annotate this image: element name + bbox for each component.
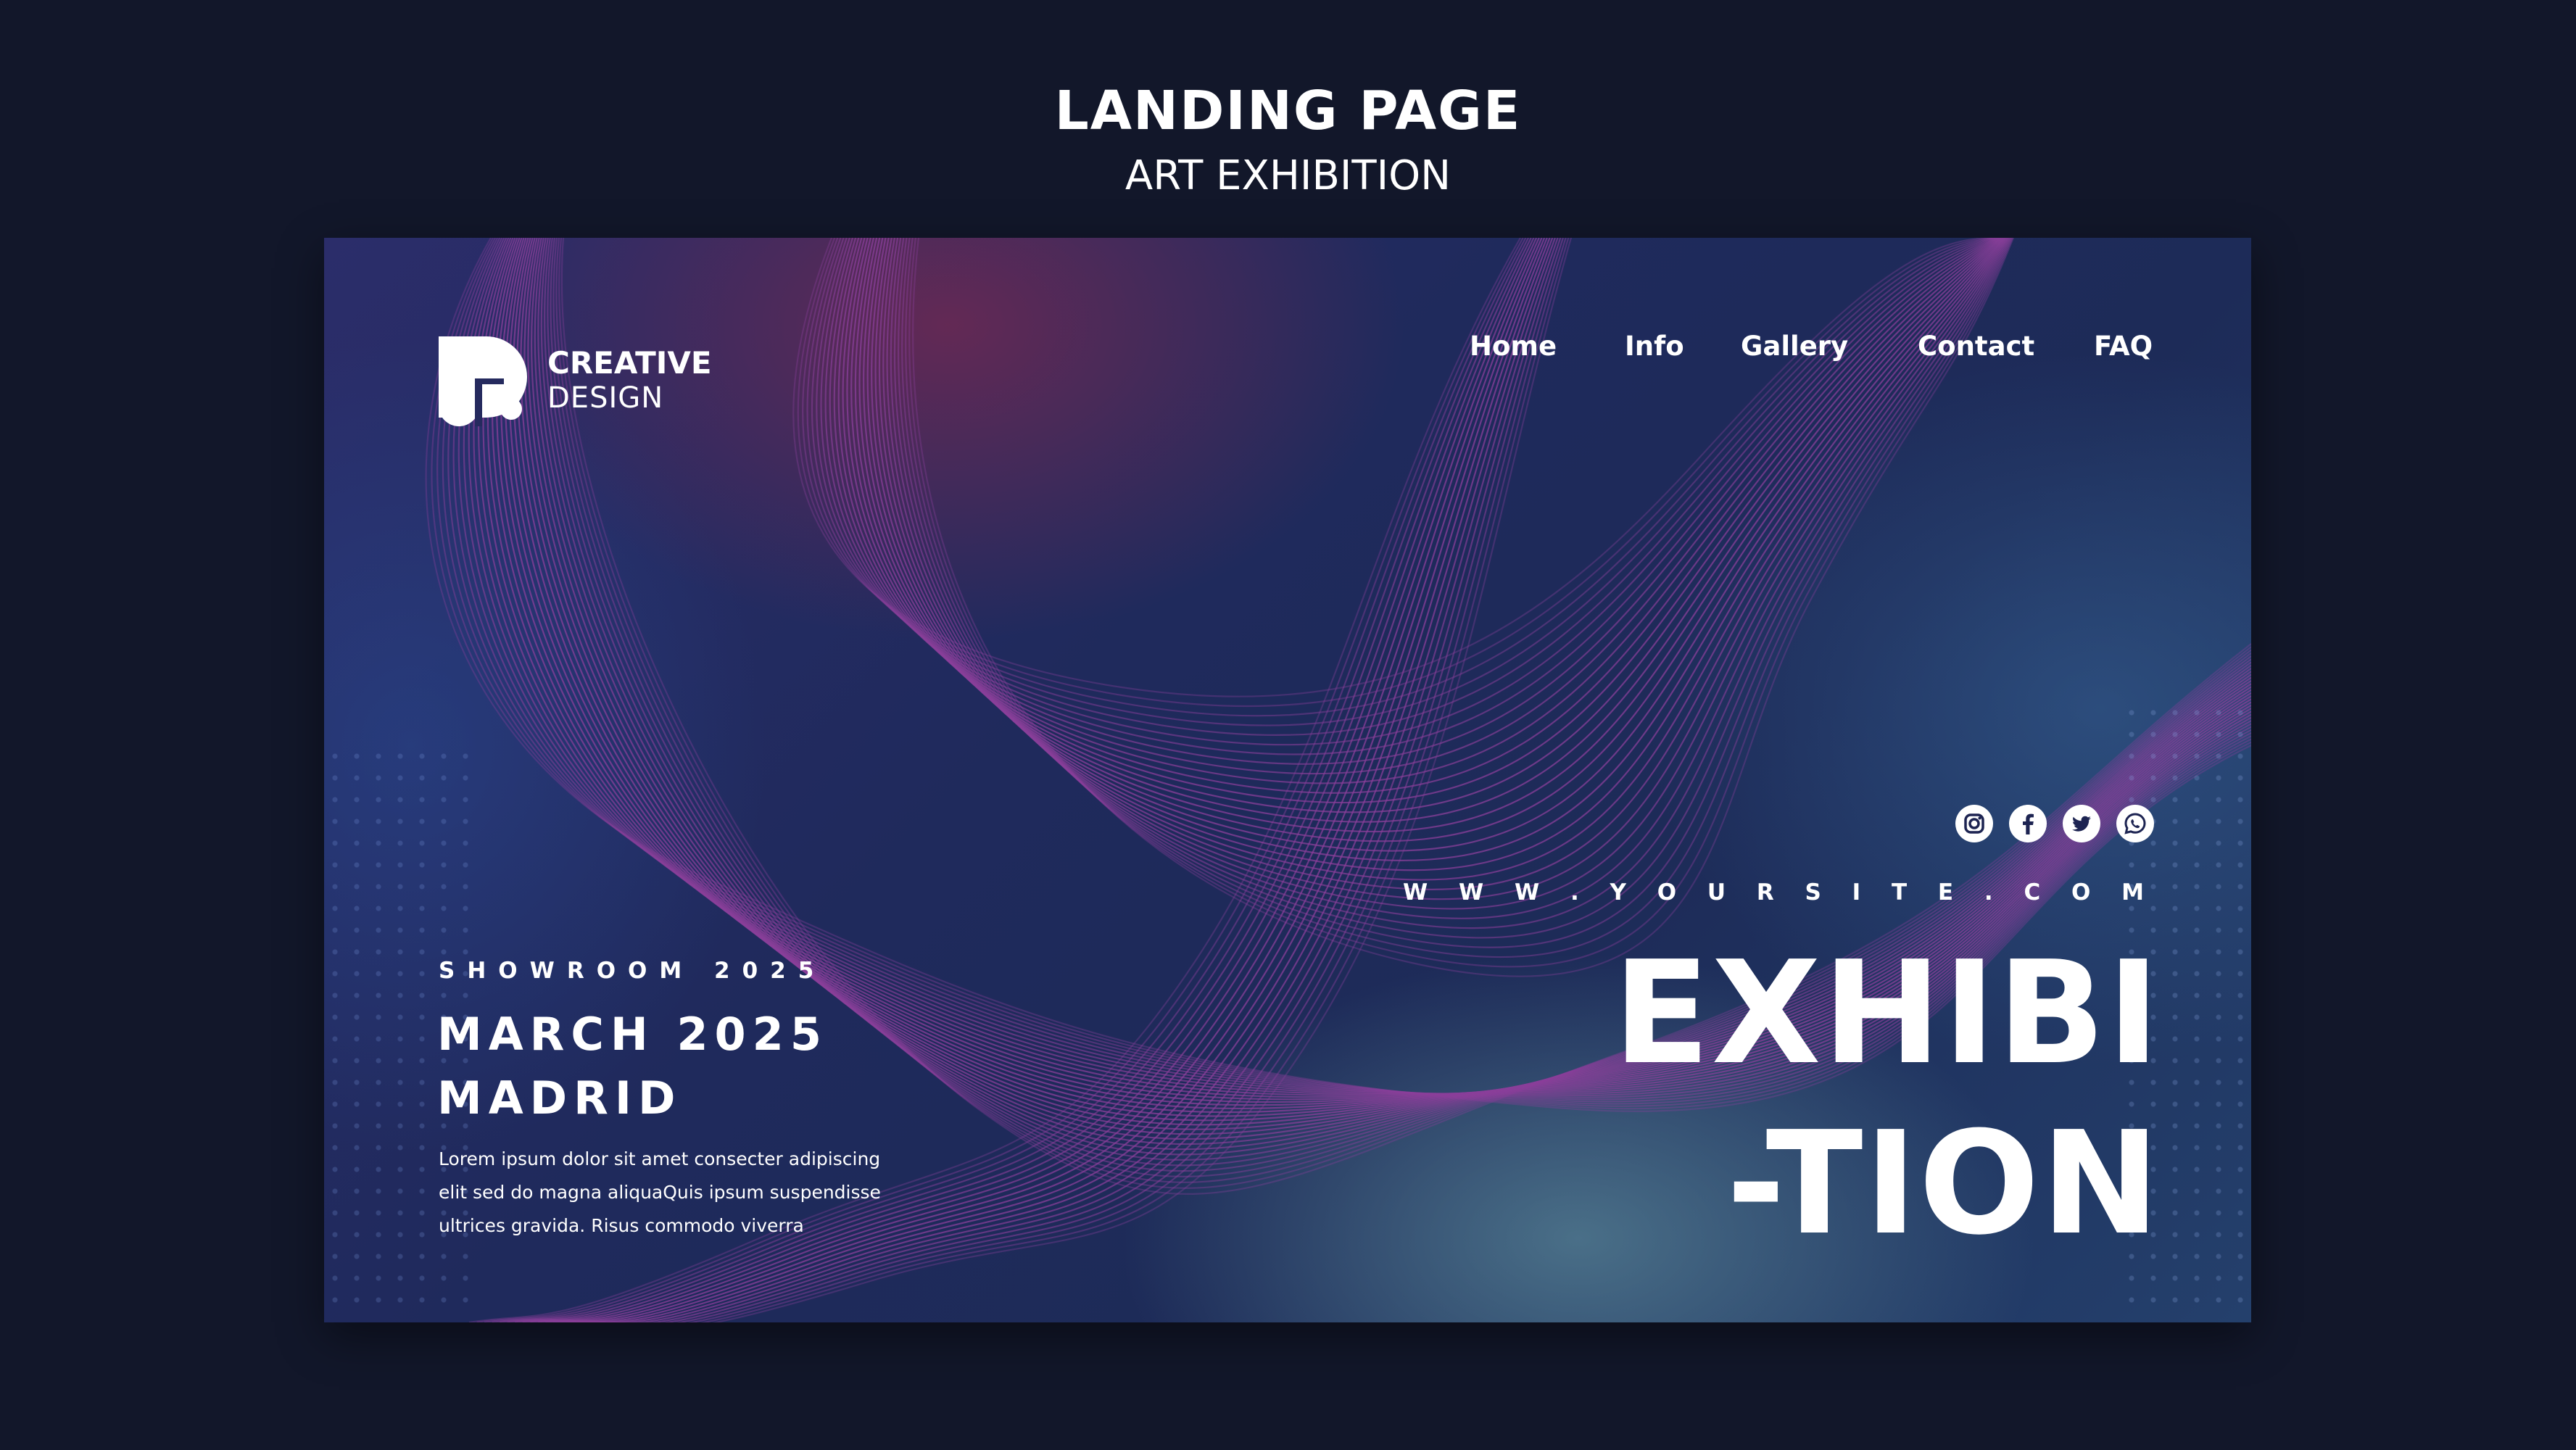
page-title: LANDING PAGE [1054, 80, 1522, 142]
wave-line [863, 238, 2005, 852]
nav-home[interactable]: Home [1470, 331, 1557, 362]
facebook-icon[interactable] [2009, 805, 2047, 842]
instagram-icon[interactable] [1955, 805, 1993, 842]
description: Lorem ipsum dolor sit amet consecter adi… [439, 1143, 881, 1243]
nav-faq[interactable]: FAQ [2094, 331, 2153, 362]
description-line: elit sed do magna aliquaQuis ipsum suspe… [439, 1182, 881, 1203]
headline-line-2: -TION [1726, 1101, 2161, 1267]
headline-line-1: EXHIBI [1612, 931, 2161, 1096]
wave-line [802, 238, 1994, 717]
whatsapp-icon[interactable] [2116, 805, 2154, 842]
nav-info[interactable]: Info [1625, 331, 1684, 362]
page-subtitle: ART EXHIBITION [1125, 152, 1451, 199]
landing-banner: CREATIVE DESIGN Home Info Gallery Contac… [324, 238, 2251, 1322]
main-nav: Home Info Gallery Contact FAQ [324, 331, 2251, 374]
description-line: Lorem ipsum dolor sit amet consecter adi… [439, 1148, 881, 1169]
nav-gallery[interactable]: Gallery [1741, 331, 1848, 362]
showroom-label: SHOWROOM 2025 [439, 958, 827, 984]
nav-contact[interactable]: Contact [1918, 331, 2034, 362]
event-date: MARCH 2025 [437, 1008, 828, 1061]
twitter-icon[interactable] [2063, 805, 2100, 842]
site-url[interactable]: W W W . Y O U R S I T E . C O M [1403, 879, 2155, 906]
wave-line [792, 238, 1992, 697]
description-line: ultrices gravida. Risus commodo viverra [439, 1215, 804, 1236]
logo-text-design: DESIGN [547, 381, 664, 415]
event-city: MADRID [437, 1072, 682, 1124]
